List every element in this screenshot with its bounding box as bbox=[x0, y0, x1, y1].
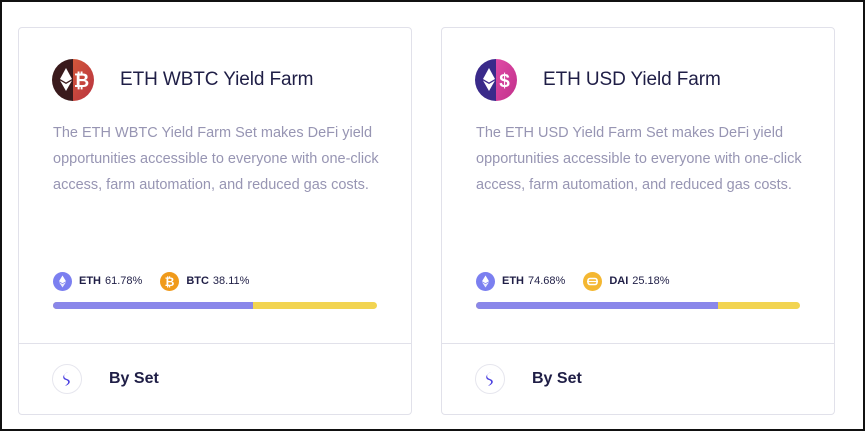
set-logo-icon bbox=[52, 364, 82, 394]
card-description: The ETH USD Yield Farm Set makes DeFi yi… bbox=[476, 125, 802, 193]
allocation-percent: 61.78% bbox=[105, 275, 143, 287]
allocation-percent: 74.68% bbox=[528, 275, 566, 287]
allocation-list: ETH 61.78% ₿ BTC 38.11% bbox=[53, 271, 267, 291]
allocation-percent: 38.11% bbox=[212, 275, 250, 287]
allocation-symbol: ETH bbox=[502, 275, 524, 287]
allocation-dai: DAI 25.18% bbox=[583, 271, 670, 291]
card-description: The ETH WBTC Yield Farm Set makes DeFi y… bbox=[53, 125, 379, 193]
set-card-eth-usd[interactable]: $ ETH USD Yield Farm The ETH USD Yield F… bbox=[441, 27, 835, 415]
card-footer: By Set bbox=[52, 364, 159, 394]
allocation-list: ETH 74.68% DAI 25.18% bbox=[476, 271, 688, 291]
dai-icon bbox=[583, 271, 603, 291]
card-header: $ ETH USD Yield Farm bbox=[475, 59, 721, 101]
btc-icon: ₿ bbox=[160, 271, 180, 291]
allocation-bar-fill bbox=[476, 302, 719, 309]
allocation-bar bbox=[476, 302, 800, 309]
allocation-symbol: ETH bbox=[79, 275, 101, 287]
card-header: ₿ ETH WBTC Yield Farm bbox=[52, 59, 314, 101]
card-footer: By Set bbox=[475, 364, 582, 394]
allocation-symbol: BTC bbox=[186, 275, 209, 287]
allocation-percent: 25.18% bbox=[632, 275, 670, 287]
allocation-bar-fill bbox=[53, 302, 254, 309]
allocation-symbol: DAI bbox=[609, 275, 629, 287]
eth-icon bbox=[53, 271, 72, 291]
by-set-label: By Set bbox=[532, 370, 582, 387]
eth-btc-logo-icon: ₿ bbox=[52, 59, 94, 101]
allocation-bar bbox=[53, 302, 377, 309]
allocation-btc: ₿ BTC 38.11% bbox=[160, 271, 250, 291]
card-title: ETH WBTC Yield Farm bbox=[120, 69, 314, 90]
eth-usd-logo-icon: $ bbox=[475, 59, 517, 101]
svg-text:₿: ₿ bbox=[165, 275, 175, 289]
svg-text:$: $ bbox=[499, 71, 510, 92]
set-logo-icon bbox=[475, 364, 505, 394]
allocation-eth: ETH 74.68% bbox=[476, 271, 566, 291]
card-divider bbox=[442, 343, 834, 344]
by-set-label: By Set bbox=[109, 370, 159, 387]
allocation-eth: ETH 61.78% bbox=[53, 271, 143, 291]
svg-text:₿: ₿ bbox=[74, 71, 89, 92]
eth-icon bbox=[476, 271, 495, 291]
set-card-eth-wbtc[interactable]: ₿ ETH WBTC Yield Farm The ETH WBTC Yield… bbox=[18, 27, 412, 415]
card-divider bbox=[19, 343, 411, 344]
card-title: ETH USD Yield Farm bbox=[543, 69, 721, 90]
